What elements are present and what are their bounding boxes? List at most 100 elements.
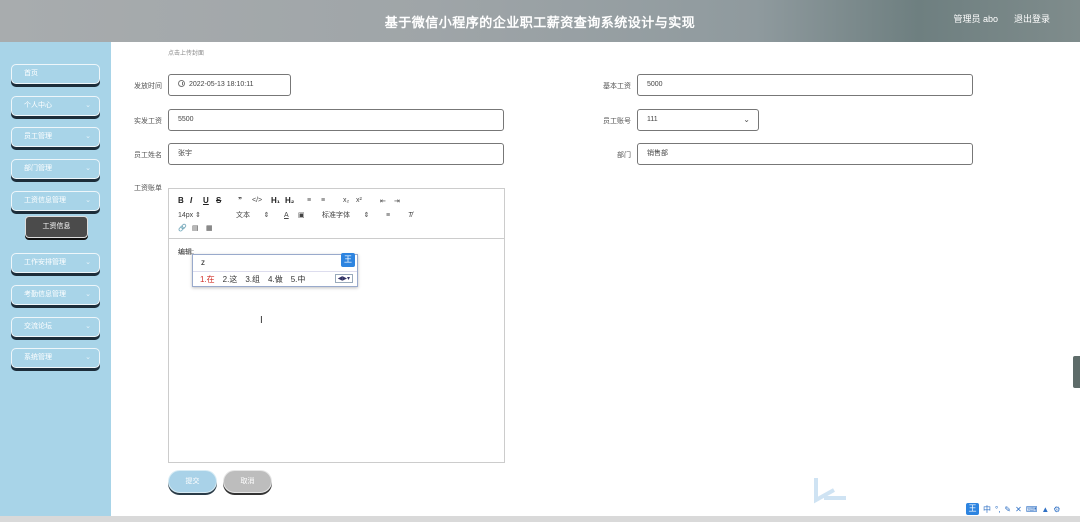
- settings-icon[interactable]: ⚙: [1053, 505, 1060, 514]
- actual-salary-input[interactable]: 5500: [168, 109, 504, 131]
- outdent-icon[interactable]: ⇤: [380, 197, 394, 205]
- chevron-down-icon: ⌄: [85, 133, 91, 140]
- code-block-icon[interactable]: </>: [252, 197, 271, 204]
- sidebar-item-label: 系统管理: [24, 354, 52, 361]
- logout-link[interactable]: 退出登录: [1014, 12, 1050, 25]
- issue-time-label: 发放时间: [134, 83, 162, 90]
- admin-user-label[interactable]: 管理员 abo: [953, 12, 998, 25]
- bottom-strip: [0, 516, 1080, 522]
- chevron-down-icon: ⌄: [85, 165, 91, 172]
- font-size-select[interactable]: 14px ⇕: [178, 211, 218, 219]
- sidebar-item-label: 工作安排管理: [24, 259, 66, 266]
- font-size-value: 14px: [178, 212, 194, 219]
- subscript-icon[interactable]: x₂: [343, 197, 356, 204]
- employee-account-select[interactable]: 111 ⌄: [637, 109, 759, 131]
- sidebar-item-label: 员工管理: [24, 133, 52, 140]
- department-input[interactable]: 销售部: [637, 143, 973, 165]
- employee-name-value: 张宇: [178, 150, 192, 157]
- sidebar-subitem-label: 工资信息: [42, 223, 71, 230]
- ime-language-toggle[interactable]: 中: [983, 504, 991, 515]
- page-title: 基于微信小程序的企业职工薪资查询系统设计与实现: [384, 14, 696, 30]
- blockquote-icon[interactable]: ”: [238, 196, 252, 205]
- employee-account-label: 员工账号: [603, 118, 631, 125]
- sidebar-item-employee[interactable]: 员工管理 ⌄: [11, 127, 100, 147]
- chevron-down-icon: ⌄: [85, 323, 91, 330]
- paragraph-select[interactable]: 文本 ⇕: [236, 210, 284, 220]
- font-color-icon[interactable]: A: [284, 212, 298, 219]
- editor-toolbar: B I U S ” </> H₁ H₂ ≡ ≡ x₂ x² ⇤ ⇥ 14px ⇕…: [169, 189, 504, 239]
- toolbar-row-2: 14px ⇕ 文本 ⇕ A ▣ 标准字体 ⇕ ≡ T̸: [178, 210, 420, 220]
- strikethrough-icon[interactable]: S: [216, 196, 238, 205]
- sidebar-item-profile[interactable]: 个人中心 ⌄: [11, 96, 100, 116]
- heading-1-icon[interactable]: H₁: [271, 196, 285, 205]
- ime-page-arrows-icon[interactable]: ◀▶▾: [334, 274, 353, 283]
- sidebar-item-department[interactable]: 部门管理 ⌄: [11, 159, 100, 179]
- image-icon[interactable]: ▤: [192, 224, 206, 232]
- ime-candidate-popup: z 王 1.在 2.这 3.组 4.做 5.中 ◀▶▾: [192, 253, 358, 287]
- chevron-down-icon: ⌄: [85, 102, 91, 109]
- keyboard-icon[interactable]: ⌨: [1026, 505, 1038, 514]
- base-salary-input[interactable]: 5000: [637, 74, 973, 96]
- heading-2-icon[interactable]: H₂: [285, 196, 307, 205]
- video-icon[interactable]: ▦: [206, 224, 220, 232]
- chevron-down-icon: ⌄: [85, 259, 91, 266]
- ime-candidate-item[interactable]: 2.这: [223, 274, 238, 285]
- link-icon[interactable]: 🔗: [178, 224, 192, 232]
- top-header: 基于微信小程序的企业职工薪资查询系统设计与实现 管理员 abo 退出登录: [0, 0, 1080, 42]
- toolbar-row-3: 🔗 ▤ ▦: [178, 224, 220, 232]
- employee-name-label: 员工姓名: [134, 152, 162, 159]
- ime-logo-icon[interactable]: 王: [966, 503, 979, 515]
- actual-salary-label: 实发工资: [134, 118, 162, 125]
- watermark-logo-icon: [814, 478, 846, 504]
- sidebar-item-work[interactable]: 工作安排管理 ⌄: [11, 253, 100, 273]
- toolbar-row-1: B I U S ” </> H₁ H₂ ≡ ≡ x₂ x² ⇤ ⇥: [178, 196, 406, 205]
- ime-candidates: 1.在 2.这 3.组 4.做 5.中: [200, 274, 305, 285]
- font-family-select[interactable]: 标准字体 ⇕: [322, 210, 386, 220]
- text-cursor-icon: I: [260, 315, 263, 326]
- sidebar-item-label: 工资信息管理: [24, 197, 66, 204]
- bullet-list-icon[interactable]: ≡: [321, 197, 343, 204]
- ime-candidate-item[interactable]: 5.中: [291, 274, 306, 285]
- employee-name-input[interactable]: 张宇: [168, 143, 504, 165]
- sidebar-item-attendance[interactable]: 考勤信息管理 ⌄: [11, 285, 100, 305]
- superscript-icon[interactable]: x²: [356, 197, 380, 204]
- indent-icon[interactable]: ⇥: [394, 197, 406, 205]
- sidebar-item-label: 个人中心: [24, 102, 52, 109]
- font-family-value: 标准字体: [322, 212, 350, 219]
- ordered-list-icon[interactable]: ≡: [307, 197, 321, 204]
- bold-icon[interactable]: B: [178, 196, 190, 205]
- ime-candidate-item[interactable]: 3.组: [245, 274, 260, 285]
- sidebar-item-label: 交流论坛: [24, 323, 52, 330]
- background-color-icon[interactable]: ▣: [298, 211, 322, 219]
- skin-icon[interactable]: ▲: [1041, 505, 1049, 514]
- sidebar-item-home[interactable]: 首页: [11, 64, 100, 84]
- sidebar-item-label: 首页: [24, 70, 38, 77]
- side-scroll-handle[interactable]: [1073, 356, 1080, 388]
- align-icon[interactable]: ≡: [386, 212, 408, 219]
- issue-time-picker[interactable]: 2022-05-13 18:10:11: [168, 74, 291, 96]
- punctuation-icon[interactable]: °,: [995, 505, 1000, 514]
- actual-salary-value: 5500: [178, 116, 194, 123]
- paragraph-value: 文本: [236, 212, 250, 219]
- chevron-down-icon: ⌄: [85, 197, 91, 204]
- tools-icon[interactable]: ✕: [1015, 505, 1022, 514]
- department-value: 销售部: [647, 150, 668, 157]
- clear-format-icon[interactable]: T̸: [408, 212, 420, 219]
- underline-icon[interactable]: U: [203, 196, 216, 205]
- sidebar-item-forum[interactable]: 交流论坛 ⌄: [11, 317, 100, 337]
- ime-logo-icon: 王: [341, 253, 355, 267]
- ime-candidate-item[interactable]: 1.在: [200, 274, 215, 285]
- sidebar-subitem-salary-info[interactable]: 工资信息: [25, 216, 88, 238]
- cancel-button[interactable]: 取消: [223, 470, 272, 493]
- main-content: 点击上传封面 发放时间 2022-05-13 18:10:11 基本工资 500…: [111, 42, 1080, 516]
- italic-icon[interactable]: I: [190, 196, 203, 205]
- clock-icon: [178, 80, 185, 87]
- ime-candidate-item[interactable]: 4.做: [268, 274, 283, 285]
- sidebar-item-system[interactable]: 系统管理 ⌄: [11, 348, 100, 368]
- upload-cover-hint[interactable]: 点击上传封面: [168, 48, 204, 57]
- rich-text-editor: B I U S ” </> H₁ H₂ ≡ ≡ x₂ x² ⇤ ⇥ 14px ⇕…: [168, 188, 505, 463]
- pen-icon[interactable]: ✎: [1004, 505, 1011, 514]
- sidebar-item-salary[interactable]: 工资信息管理 ⌄: [11, 191, 100, 211]
- ime-divider: [193, 271, 357, 272]
- submit-button[interactable]: 提交: [168, 470, 217, 493]
